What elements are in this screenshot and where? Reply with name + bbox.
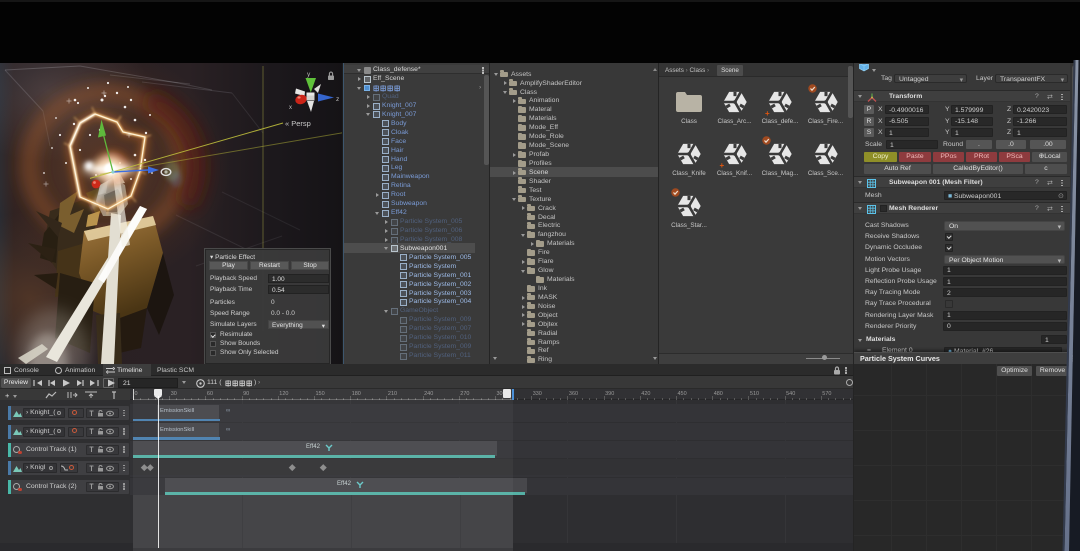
svg-text:z: z xyxy=(336,96,339,103)
svg-text:y: y xyxy=(307,71,311,78)
svg-text:x: x xyxy=(289,105,292,111)
svg-text:« Persp: « Persp xyxy=(285,119,311,128)
